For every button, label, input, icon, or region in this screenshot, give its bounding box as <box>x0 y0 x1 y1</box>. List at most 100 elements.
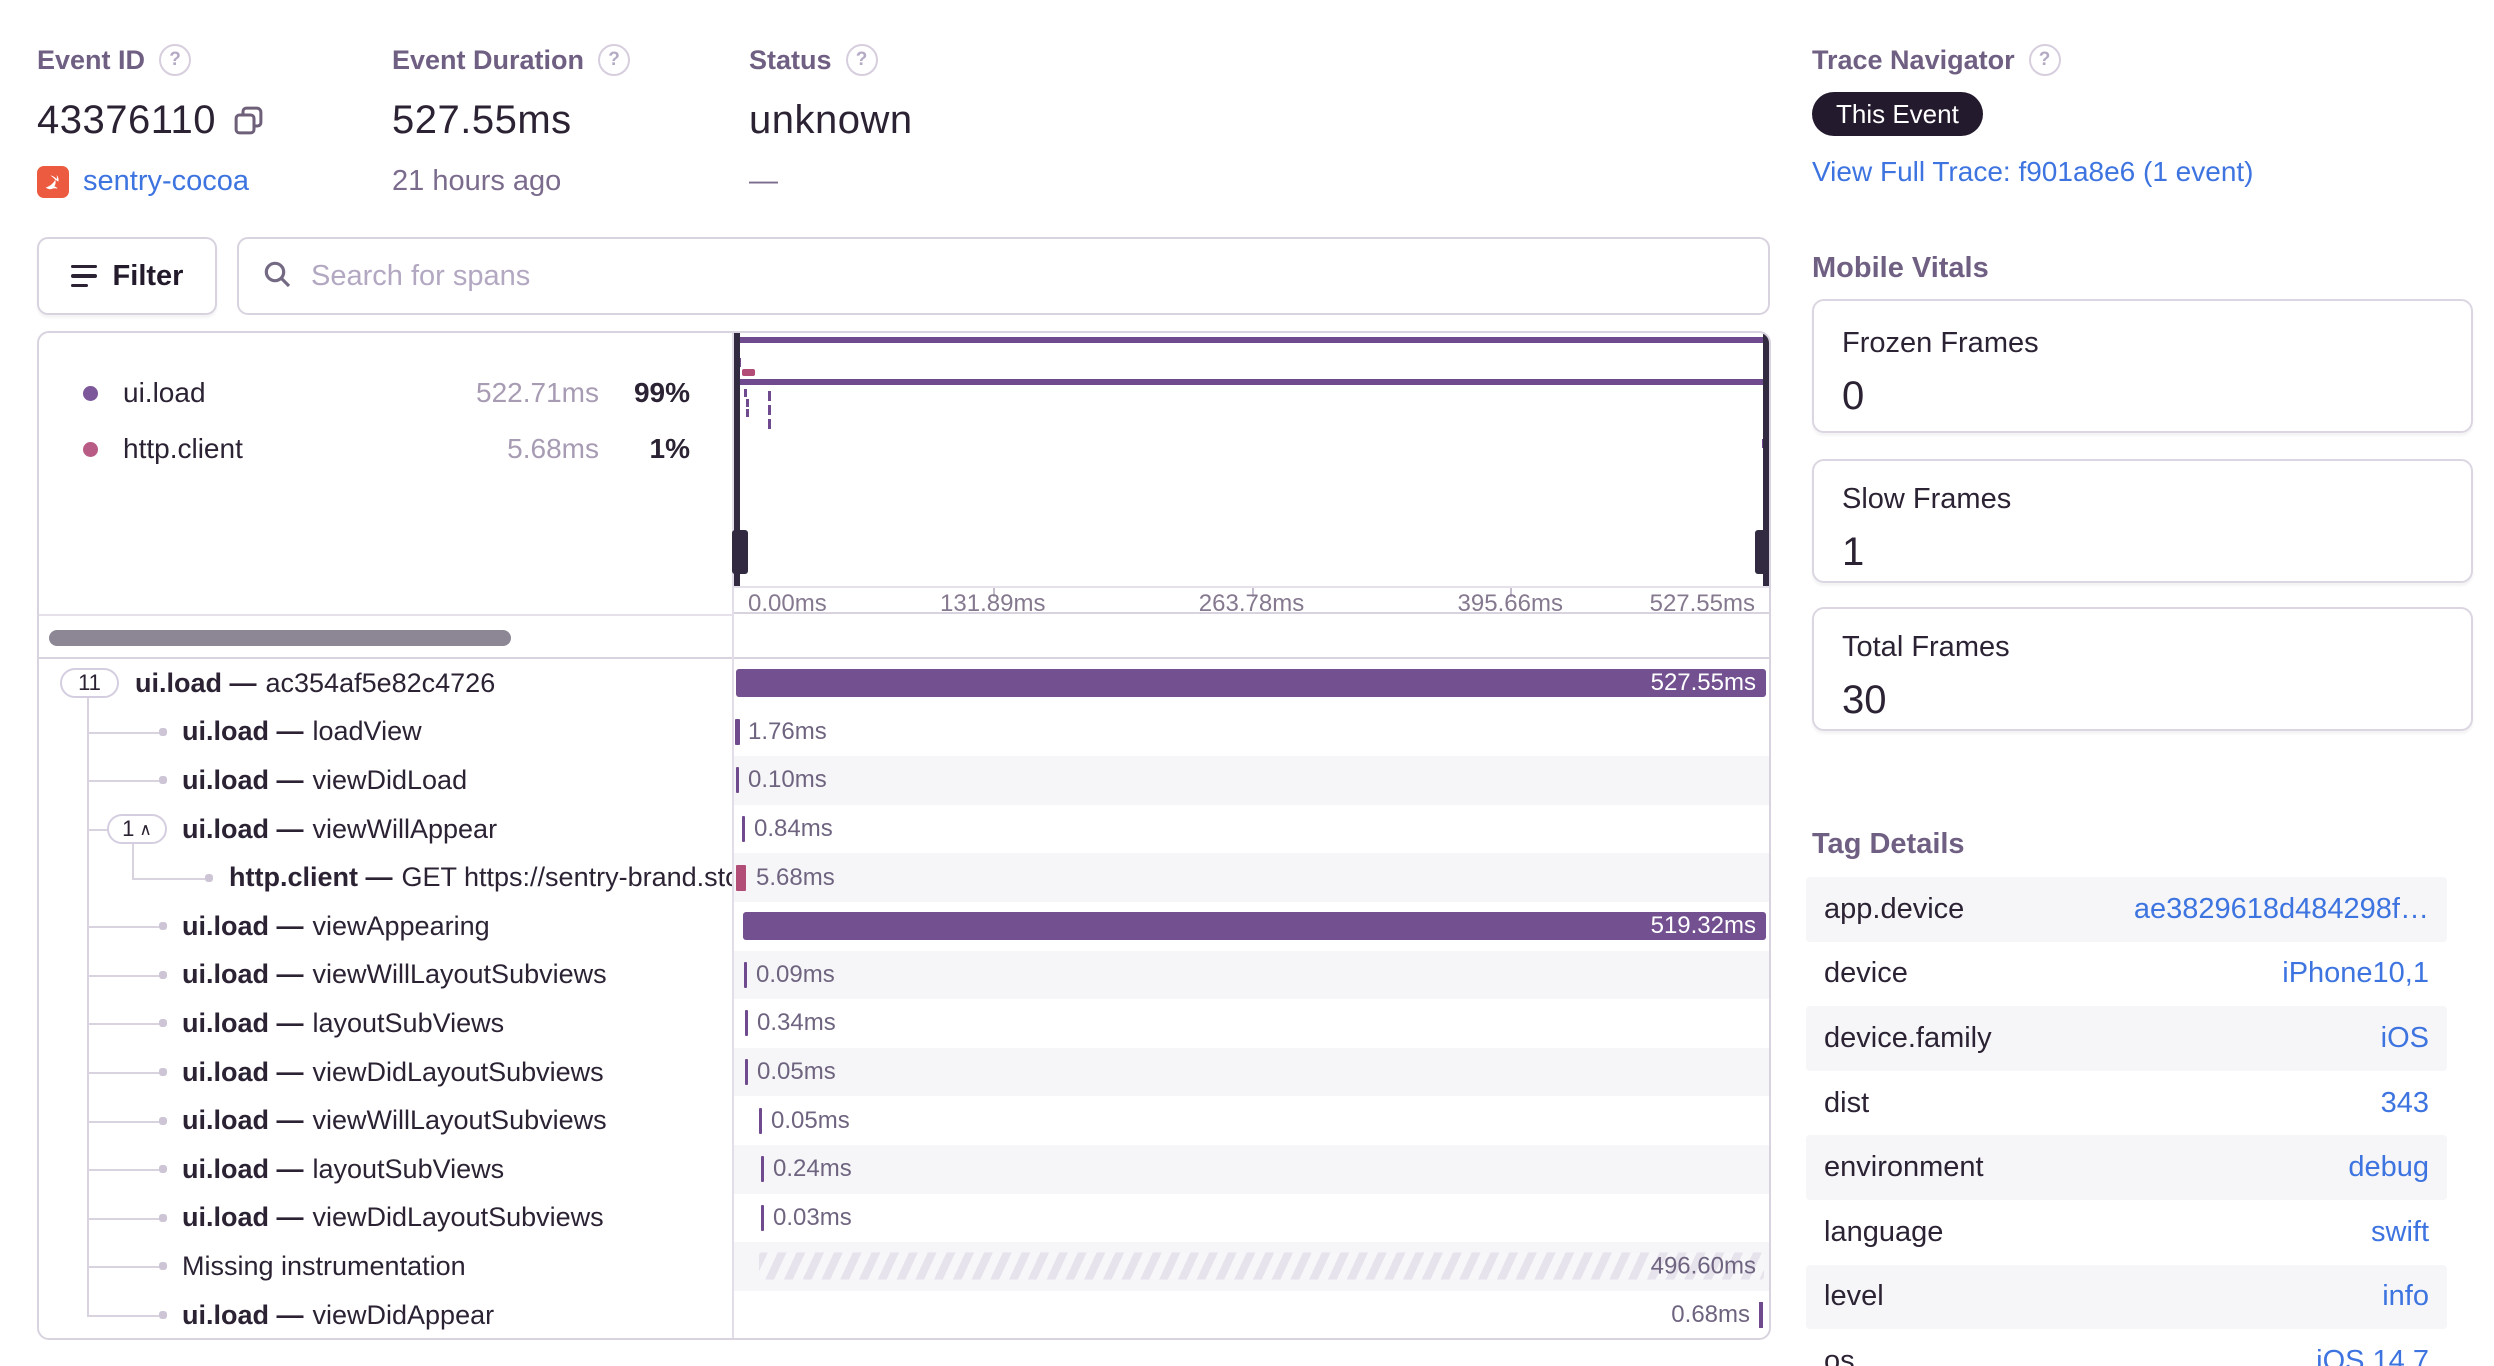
span-bar[interactable] <box>735 718 740 745</box>
span-op: ui.load — <box>182 1056 304 1087</box>
filter-button[interactable]: Filter <box>37 237 217 315</box>
help-icon[interactable]: ? <box>845 44 878 76</box>
op-color-dot <box>83 441 98 457</box>
span-bar[interactable] <box>745 1010 748 1037</box>
minimap-span <box>740 379 1764 385</box>
span-bar-row[interactable]: 0.68ms <box>734 1291 1769 1338</box>
legend-op-percent: 99% <box>633 377 690 408</box>
help-icon[interactable]: ? <box>598 44 631 76</box>
tree-row-missing-instrumentation[interactable]: Missing instrumentation <box>39 1242 732 1291</box>
span-description: viewWillLayoutSubviews <box>312 1105 607 1136</box>
view-full-trace-link[interactable]: View Full Trace: f901a8e6 (1 event) <box>1812 156 2254 188</box>
span-op: ui.load — <box>182 1007 304 1038</box>
tree-row[interactable]: ui.load — viewWillLayoutSubviews <box>39 1096 732 1145</box>
span-bar-row[interactable]: 1.76ms <box>734 708 1769 757</box>
span-op: ui.load — <box>182 910 304 941</box>
span-bar-row[interactable]: 0.05ms <box>734 1047 1769 1097</box>
span-bar[interactable] <box>761 1204 764 1231</box>
axis-spacer-row <box>734 614 1769 659</box>
tag-value-link[interactable]: 343 <box>2381 1087 2429 1120</box>
span-detail-page: Event ID ? 43376110 sentry-cocoa Event D… <box>0 0 2494 1366</box>
span-bar-row[interactable]: 496.60ms <box>734 1242 1769 1291</box>
tag-value-link[interactable]: iPhone10,1 <box>2282 957 2429 990</box>
tree-row[interactable]: ui.load — viewDidLoad <box>39 756 732 805</box>
span-bar-row[interactable]: 0.84ms <box>734 805 1769 854</box>
span-bar[interactable] <box>1759 1302 1763 1329</box>
vital-value: 30 <box>1842 678 1887 722</box>
span-description: viewDidLoad <box>312 764 468 795</box>
tag-key: dist <box>1824 1086 1870 1119</box>
copy-icon[interactable] <box>232 104 265 137</box>
this-event-badge[interactable]: This Event <box>1812 92 1983 136</box>
span-bar-row[interactable]: 0.34ms <box>734 999 1769 1048</box>
tree-row[interactable]: ui.load — viewAppearing <box>39 902 732 951</box>
legend-item[interactable]: ui.load 522.71ms 99% <box>39 369 732 417</box>
tree-row[interactable]: http.client — GET https://sentry-brand.s… <box>39 853 732 902</box>
event-age: 21 hours ago <box>392 165 562 197</box>
collapse-pill[interactable]: 1 ∧ <box>107 814 167 845</box>
span-op: ui.load — <box>182 1105 304 1136</box>
trace-minimap[interactable] <box>732 333 1769 586</box>
minimap-span <box>744 389 747 397</box>
minimap-right-grip[interactable] <box>1755 530 1769 574</box>
tree-row-root[interactable]: 11 ui.load — ac354af5e82c4726 <box>39 659 732 708</box>
span-bar[interactable] <box>759 1107 762 1134</box>
tree-row[interactable]: ui.load — layoutSubViews <box>39 999 732 1048</box>
span-bar-row[interactable]: 0.05ms <box>734 1096 1769 1145</box>
tag-value-link[interactable]: swift <box>2371 1216 2429 1249</box>
span-description: viewAppearing <box>312 910 490 941</box>
span-description: viewDidLayoutSubviews <box>312 1056 604 1087</box>
span-description: viewWillLayoutSubviews <box>312 959 607 990</box>
minimap-left-grip[interactable] <box>732 530 748 574</box>
span-count-pill[interactable]: 11 <box>60 668 119 699</box>
tag-value-link[interactable]: debug <box>2348 1151 2429 1184</box>
tag-details-table: app.device ae3829618d484298f… device iPh… <box>1806 877 2447 1366</box>
tag-value-link[interactable]: info <box>2382 1280 2429 1313</box>
span-search-box[interactable] <box>237 237 1770 315</box>
tree-row[interactable]: ui.load — viewWillLayoutSubviews <box>39 951 732 1000</box>
legend-item[interactable]: http.client 5.68ms 1% <box>39 425 732 473</box>
waterfall-left-column: ui.load 522.71ms 99% http.client 5.68ms … <box>39 333 734 1338</box>
tree-row[interactable]: ui.load — loadView <box>39 708 732 757</box>
tree-scrollbar-thumb[interactable] <box>49 630 511 646</box>
help-icon[interactable]: ? <box>159 44 192 76</box>
span-bar-row[interactable]: 519.32ms <box>734 902 1769 951</box>
search-input[interactable] <box>311 259 1746 293</box>
span-bar-row[interactable]: 0.09ms <box>734 950 1769 1000</box>
span-bar[interactable]: 527.55ms <box>736 669 1766 698</box>
tree-row[interactable]: ui.load — viewDidAppear <box>39 1291 732 1338</box>
vital-card-slow-frames: Slow Frames 1 <box>1812 459 2473 583</box>
vital-value: 0 <box>1842 374 1865 418</box>
span-duration-label: 0.03ms <box>773 1203 852 1231</box>
span-bar-row[interactable]: 5.68ms <box>734 853 1769 902</box>
span-bar[interactable]: 519.32ms <box>743 912 1766 941</box>
span-bar[interactable] <box>736 767 739 794</box>
tree-row[interactable]: 1 ∧ ui.load — viewWillAppear <box>39 805 732 854</box>
span-bar[interactable] <box>761 1156 764 1183</box>
tree-row[interactable]: ui.load — layoutSubViews <box>39 1145 732 1194</box>
span-bar[interactable] <box>744 961 747 988</box>
span-bar[interactable] <box>736 864 746 891</box>
tag-value-link[interactable]: ae3829618d484298f… <box>2134 893 2429 926</box>
missing-instrumentation-bar[interactable]: 496.60ms <box>759 1252 1764 1280</box>
project-link[interactable]: sentry-cocoa <box>83 165 249 198</box>
tag-key: language <box>1824 1215 1944 1248</box>
tree-row[interactable]: ui.load — viewDidLayoutSubviews <box>39 1194 732 1243</box>
help-icon[interactable]: ? <box>2028 44 2061 76</box>
tag-details-title: Tag Details <box>1812 828 1965 860</box>
span-bar-row[interactable]: 0.03ms <box>734 1194 1769 1243</box>
span-bar-row[interactable]: 527.55ms <box>734 659 1769 708</box>
trace-navigator-block: Trace Navigator ? This Event View Full T… <box>1812 44 2254 188</box>
span-bar-row[interactable]: 0.24ms <box>734 1144 1769 1194</box>
minimap-span <box>768 405 771 415</box>
span-bar[interactable] <box>745 1059 748 1086</box>
span-bar-row[interactable]: 0.10ms <box>734 756 1769 805</box>
tag-value-link[interactable]: iOS 14.7 <box>2316 1345 2429 1366</box>
tree-row[interactable]: ui.load — viewDidLayoutSubviews <box>39 1048 732 1097</box>
legend-op-percent: 1% <box>649 433 690 464</box>
tag-key: app.device <box>1824 892 1965 925</box>
span-bar[interactable] <box>742 816 745 843</box>
span-duration-label: 0.10ms <box>748 766 827 794</box>
op-legend: ui.load 522.71ms 99% http.client 5.68ms … <box>39 333 732 613</box>
tag-value-link[interactable]: iOS <box>2381 1022 2429 1055</box>
